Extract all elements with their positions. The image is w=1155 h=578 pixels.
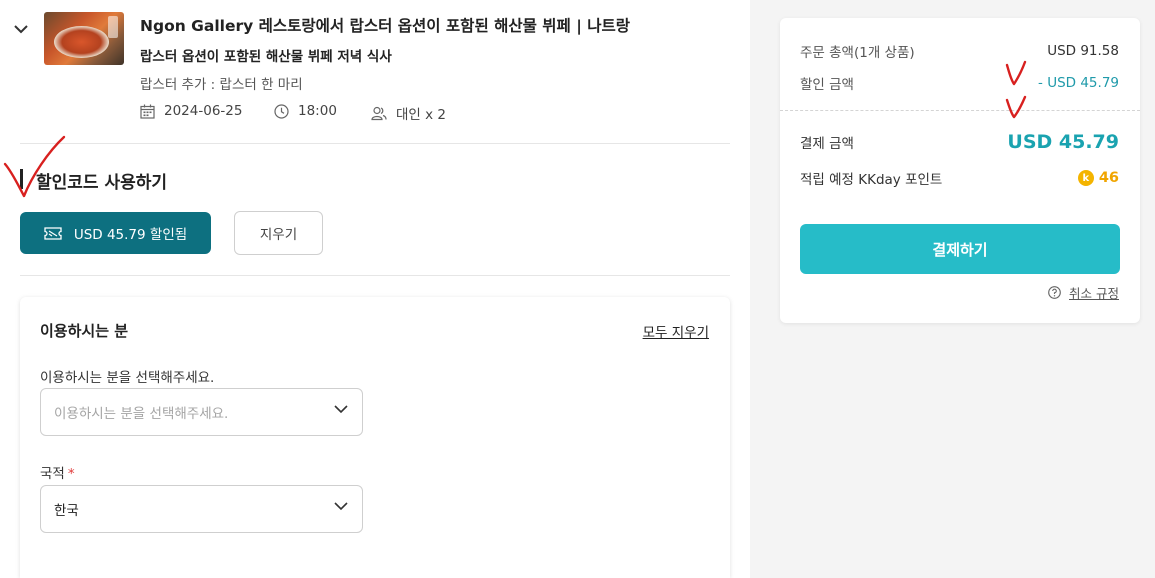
- people-icon: [371, 106, 387, 120]
- quantity-text: 대인 x 2: [396, 107, 447, 123]
- dashed-divider: [780, 110, 1140, 111]
- calendar-icon: [140, 104, 155, 119]
- nationality-label: 국적 *: [40, 462, 75, 482]
- checkout-main: Ngon Gallery 레스토랑에서 랍스터 옵션이 포함된 해산물 뷔페 |…: [0, 0, 750, 578]
- traveler-card: 이용하시는 분 모두 지우기 이용하시는 분을 선택해주세요. 이용하시는 분을…: [20, 297, 730, 578]
- nationality-select[interactable]: 한국: [40, 485, 363, 533]
- order-total-row: 주문 총액(1개 상품) USD 91.58: [800, 41, 1119, 61]
- pay-button[interactable]: 결제하기: [800, 224, 1120, 274]
- order-total-label: 주문 총액(1개 상품): [800, 45, 915, 61]
- package-option: 랍스터 추가 : 랍스터 한 마리: [140, 77, 303, 93]
- discount-value: - USD 45.79: [1038, 75, 1119, 91]
- cancel-policy-link[interactable]: 취소 규정: [1048, 283, 1119, 302]
- date-text: 2024-06-25: [164, 103, 243, 119]
- divider: [20, 143, 730, 144]
- traveler-select-label: 이용하시는 분을 선택해주세요.: [40, 370, 215, 386]
- divider: [20, 275, 730, 276]
- nationality-value: 한국: [54, 503, 79, 519]
- pay-amount-row: 결제 금액 USD 45.79: [800, 131, 1119, 153]
- clear-coupon-button[interactable]: 지우기: [234, 211, 323, 255]
- booking-quantity: 대인 x 2: [371, 103, 446, 123]
- time-text: 18:00: [298, 103, 337, 119]
- booking-date: 2024-06-25: [140, 103, 242, 119]
- order-total-value: USD 91.58: [1047, 43, 1119, 59]
- clock-icon: [274, 103, 289, 119]
- nationality-label-text: 국적: [40, 466, 65, 482]
- pay-amount-label: 결제 금액: [800, 136, 854, 152]
- chevron-down-icon: [14, 24, 28, 33]
- booking-time: 18:00: [274, 103, 337, 119]
- pay-amount-value: USD 45.79: [1007, 131, 1119, 153]
- chevron-down-icon: [334, 502, 348, 511]
- traveler-select[interactable]: 이용하시는 분을 선택해주세요.: [40, 388, 363, 436]
- discount-label: 할인 금액: [800, 77, 854, 93]
- applied-coupon-label: USD 45.79 할인됨: [73, 227, 188, 243]
- points-value: 46: [1098, 170, 1119, 186]
- section-accent-bar: [20, 169, 23, 189]
- product-title: Ngon Gallery 레스토랑에서 랍스터 옵션이 포함된 해산물 뷔페 |…: [140, 17, 631, 35]
- clear-all-link[interactable]: 모두 지우기: [643, 321, 709, 341]
- question-icon: [1048, 286, 1061, 299]
- applied-coupon-button[interactable]: USD 45.79 할인됨: [20, 212, 211, 254]
- order-summary-card: 주문 총액(1개 상품) USD 91.58 할인 금액 - USD 45.79…: [780, 18, 1140, 323]
- ticket-icon: [44, 226, 62, 240]
- package-name: 랍스터 옵션이 포함된 해산물 뷔페 저녁 식사: [140, 49, 392, 65]
- points-value-wrap: k 46: [1077, 170, 1119, 186]
- coupon-section-title: 할인코드 사용하기: [36, 173, 168, 193]
- product-thumbnail: [44, 12, 124, 65]
- kkday-coin-icon: k: [1077, 170, 1094, 186]
- collapse-toggle[interactable]: [10, 18, 32, 40]
- chevron-down-icon: [334, 405, 348, 414]
- points-label: 적립 예정 KKday 포인트: [800, 172, 943, 188]
- traveler-select-placeholder: 이용하시는 분을 선택해주세요.: [54, 406, 229, 422]
- traveler-title: 이용하시는 분: [40, 322, 129, 340]
- cancel-policy-text: 취소 규정: [1069, 286, 1119, 301]
- points-row: 적립 예정 KKday 포인트 k 46: [800, 168, 1119, 188]
- discount-row: 할인 금액 - USD 45.79: [800, 73, 1119, 93]
- required-mark: *: [67, 466, 75, 482]
